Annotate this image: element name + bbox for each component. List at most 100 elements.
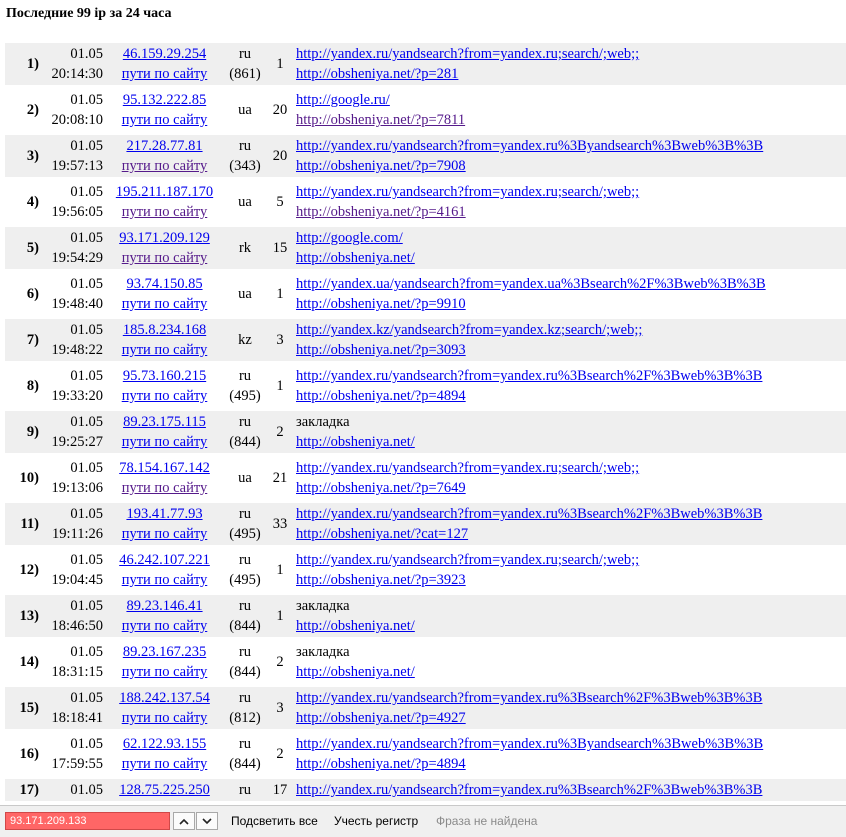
table-row: 10) 01.05 19:13:06 78.154.167.142 пути по са…: [5, 457, 846, 499]
referrer-link[interactable]: http://yandex.ua/yandsearch?from=yandex.…: [296, 276, 766, 292]
ip-cell: 78.154.167.142 пути по сайту: [106, 457, 223, 499]
ip-link[interactable]: 193.41.77.93: [126, 506, 202, 522]
site-paths-link[interactable]: пути по сайту: [122, 434, 208, 450]
ip-cell: 188.242.137.54 пути по сайту: [106, 687, 223, 729]
landing-page-link[interactable]: http://obsheniya.net/?p=4927: [296, 710, 466, 726]
ip-link[interactable]: 93.171.209.129: [119, 230, 210, 246]
site-paths-link[interactable]: пути по сайту: [122, 250, 208, 266]
ip-cell: 46.159.29.254 пути по сайту: [106, 43, 223, 85]
landing-page-link[interactable]: http://obsheniya.net/?p=9910: [296, 296, 466, 312]
country-code: ru: [238, 782, 252, 798]
referrer-link[interactable]: http://yandex.ru/yandsearch?from=yandex.…: [296, 736, 763, 752]
visit-date: 01.05: [70, 644, 103, 660]
referrer-link[interactable]: http://yandex.ru/yandsearch?from=yandex.…: [296, 368, 762, 384]
table-row: 11) 01.05 19:11:26 193.41.77.93 пути по сайт…: [5, 503, 846, 545]
referrer-link[interactable]: http://yandex.ru/yandsearch?from=yandex.…: [296, 690, 762, 706]
site-paths-link[interactable]: пути по сайту: [122, 480, 208, 496]
site-paths-link[interactable]: пути по сайту: [122, 526, 208, 542]
referrer-link[interactable]: http://yandex.ru/yandsearch?from=yandex.…: [296, 552, 639, 568]
ip-link[interactable]: 188.242.137.54: [119, 690, 210, 706]
landing-page-link[interactable]: http://obsheniya.net/: [296, 664, 415, 680]
country-code: rk: [238, 240, 252, 256]
visit-date: 01.05: [70, 598, 103, 614]
site-paths-link[interactable]: пути по сайту: [122, 664, 208, 680]
country-code: ru: [238, 506, 252, 522]
find-next-button[interactable]: [196, 812, 218, 830]
landing-page-link[interactable]: http://obsheniya.net/?p=7649: [296, 480, 466, 496]
landing-page-link[interactable]: http://obsheniya.net/?p=281: [296, 66, 458, 82]
match-case-button[interactable]: Учесть регистр: [334, 814, 418, 828]
site-paths-link[interactable]: пути по сайту: [122, 112, 208, 128]
referrer-link[interactable]: http://yandex.ru/yandsearch?from=yandex.…: [296, 138, 763, 154]
referrer-cell: http://google.com/http://obsheniya.net/: [293, 227, 846, 269]
ip-link[interactable]: 46.242.107.221: [119, 552, 210, 568]
ip-link[interactable]: 95.132.222.85: [123, 92, 206, 108]
ip-link[interactable]: 195.211.187.170: [116, 184, 213, 200]
landing-page-link[interactable]: http://obsheniya.net/?p=4161: [296, 204, 466, 220]
site-paths-link[interactable]: пути по сайту: [122, 388, 208, 404]
ip-link[interactable]: 217.28.77.81: [126, 138, 202, 154]
hit-count: 17: [267, 779, 293, 801]
referrer-link[interactable]: http://google.ru/: [296, 92, 390, 108]
visit-datetime: 01.05: [39, 779, 106, 801]
row-number: 14): [19, 654, 39, 670]
site-paths-link[interactable]: пути по сайту: [122, 756, 208, 772]
ip-link[interactable]: 128.75.225.250: [119, 782, 210, 798]
site-paths-link[interactable]: пути по сайту: [122, 618, 208, 634]
highlight-all-button[interactable]: Подсветить все: [231, 814, 318, 828]
visit-date: 01.05: [70, 92, 103, 108]
country-cell: ru (861): [223, 43, 267, 85]
referrer-link[interactable]: http://google.com/: [296, 230, 403, 246]
region-code: (495): [229, 388, 261, 404]
landing-page-link[interactable]: http://obsheniya.net/?p=7811: [296, 112, 465, 128]
site-paths-link[interactable]: пути по сайту: [122, 204, 208, 220]
referrer-link[interactable]: http://yandex.ru/yandsearch?from=yandex.…: [296, 506, 762, 522]
visit-datetime: 01.05 20:08:10: [39, 89, 106, 131]
referrer-link[interactable]: http://yandex.kz/yandsearch?from=yandex.…: [296, 322, 642, 338]
ip-link[interactable]: 185.8.234.168: [123, 322, 206, 338]
landing-page-link[interactable]: http://obsheniya.net/?p=4894: [296, 756, 466, 772]
referrer-link[interactable]: http://yandex.ru/yandsearch?from=yandex.…: [296, 46, 639, 62]
visit-datetime: 01.05 19:56:05: [39, 181, 106, 223]
find-input[interactable]: [5, 812, 170, 830]
landing-page-link[interactable]: http://obsheniya.net/?cat=127: [296, 526, 468, 542]
landing-page-link[interactable]: http://obsheniya.net/?p=3093: [296, 342, 466, 358]
landing-page-link[interactable]: http://obsheniya.net/?p=4894: [296, 388, 466, 404]
ip-link[interactable]: 78.154.167.142: [119, 460, 210, 476]
ip-link[interactable]: 89.23.175.115: [123, 414, 206, 430]
site-paths-link[interactable]: пути по сайту: [122, 710, 208, 726]
ip-link[interactable]: 62.122.93.155: [123, 736, 206, 752]
find-previous-button[interactable]: [173, 812, 195, 830]
landing-page-link[interactable]: http://obsheniya.net/: [296, 250, 415, 266]
ip-link[interactable]: 89.23.167.235: [123, 644, 206, 660]
landing-page-link[interactable]: http://obsheniya.net/?p=3923: [296, 572, 466, 588]
visit-time: 19:13:06: [51, 480, 103, 496]
site-paths-link[interactable]: пути по сайту: [122, 296, 208, 312]
country-cell: ru (812): [223, 687, 267, 729]
referrer-link[interactable]: http://yandex.ru/yandsearch?from=yandex.…: [296, 460, 639, 476]
referrer-cell: http://yandex.kz/yandsearch?from=yandex.…: [293, 319, 846, 361]
ip-cell: 89.23.167.235 пути по сайту: [106, 641, 223, 683]
ip-link[interactable]: 95.73.160.215: [123, 368, 206, 384]
visit-time: 19:25:27: [51, 434, 103, 450]
landing-page-link[interactable]: http://obsheniya.net/: [296, 618, 415, 634]
country-code: kz: [238, 332, 252, 348]
hit-count: 20: [267, 135, 293, 177]
ip-link[interactable]: 46.159.29.254: [123, 46, 206, 62]
landing-page-link[interactable]: http://obsheniya.net/: [296, 434, 415, 450]
site-paths-link[interactable]: пути по сайту: [122, 342, 208, 358]
region-code: (343): [229, 158, 261, 174]
site-paths-link[interactable]: пути по сайту: [122, 572, 208, 588]
site-paths-link[interactable]: пути по сайту: [122, 66, 208, 82]
landing-page-link[interactable]: http://obsheniya.net/?p=7908: [296, 158, 466, 174]
ip-cell: 89.23.146.41 пути по сайту: [106, 595, 223, 637]
ip-link[interactable]: 89.23.146.41: [126, 598, 202, 614]
referrer-link[interactable]: http://yandex.ru/yandsearch?from=yandex.…: [296, 782, 762, 798]
site-paths-link[interactable]: пути по сайту: [122, 158, 208, 174]
visit-datetime: 01.05 19:57:13: [39, 135, 106, 177]
visit-time: 19:56:05: [51, 204, 103, 220]
country-cell: ua: [223, 457, 267, 499]
referrer-cell: http://yandex.ru/yandsearch?from=yandex.…: [293, 503, 846, 545]
referrer-link[interactable]: http://yandex.ru/yandsearch?from=yandex.…: [296, 184, 639, 200]
ip-link[interactable]: 93.74.150.85: [126, 276, 202, 292]
